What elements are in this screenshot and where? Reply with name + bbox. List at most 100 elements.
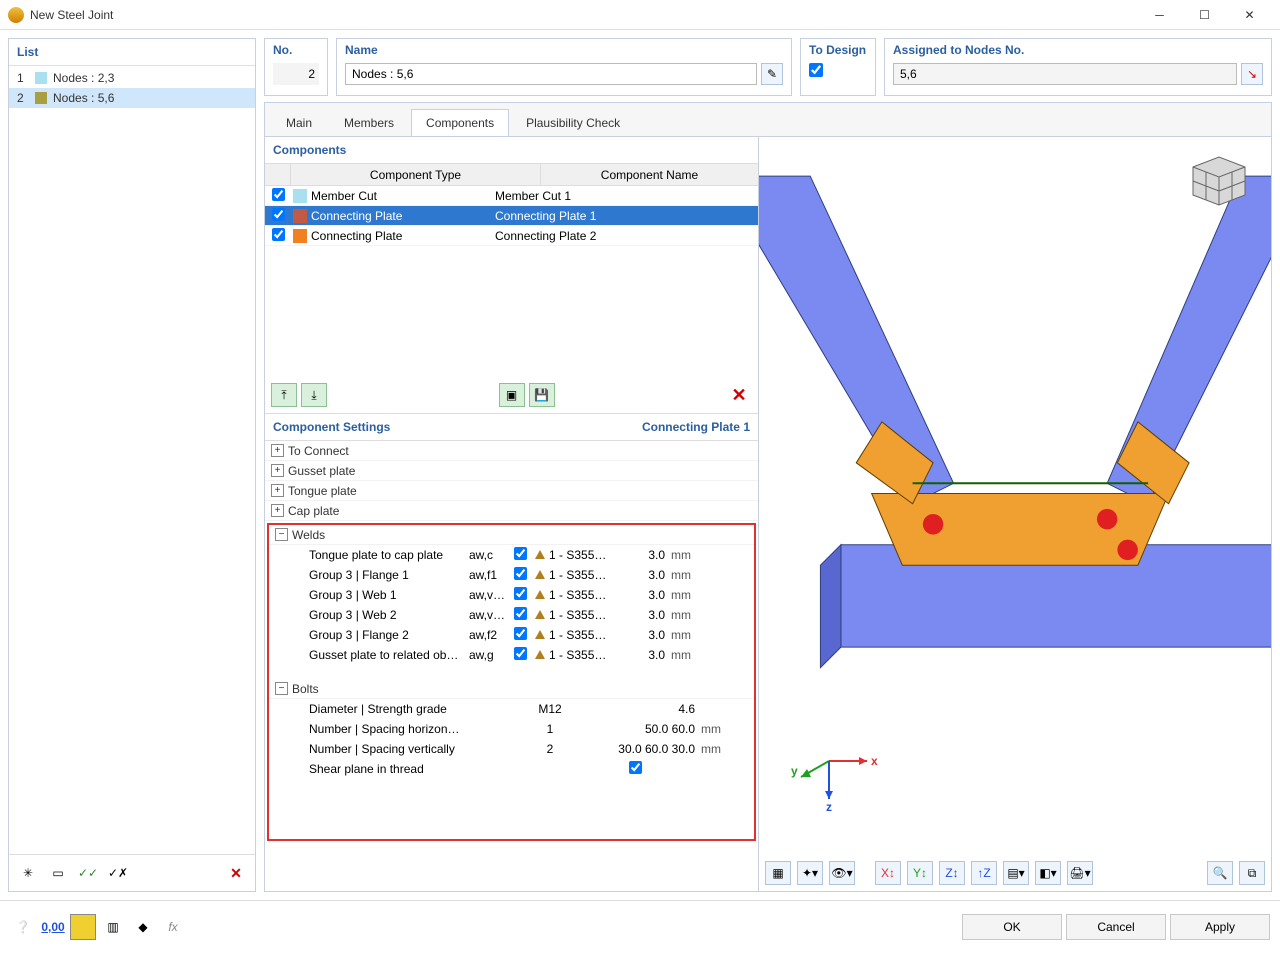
color-icon[interactable] (70, 914, 96, 940)
uncheck-all-icon[interactable]: ✓✗ (105, 861, 131, 885)
expand-icon[interactable]: + (271, 504, 284, 517)
weld-checkbox[interactable] (514, 567, 527, 580)
add-component-icon[interactable]: ▣ (499, 383, 525, 407)
list-item[interactable]: 1Nodes : 2,3 (9, 68, 255, 88)
units-icon[interactable]: 0,00 (40, 914, 66, 940)
settings-node[interactable]: +Cap plate (265, 501, 758, 521)
to-design-checkbox[interactable] (809, 63, 823, 77)
expand-icon[interactable]: + (271, 464, 284, 477)
settings-node[interactable]: +Tongue plate (265, 481, 758, 501)
window-close[interactable]: ✕ (1227, 0, 1272, 30)
name-edit-icon[interactable]: ✎ (761, 63, 783, 85)
axis-x-icon[interactable]: X↕ (875, 861, 901, 885)
tab-components[interactable]: Components (411, 109, 509, 136)
axis-z-icon[interactable]: Z↕ (939, 861, 965, 885)
move-down-icon[interactable]: ⤓ (301, 383, 327, 407)
view-toolbar: ▦ ✦▾ 👁▾ X↕ Y↕ Z↕ ↑Z ▤▾ ◧▾ 🖨▾ 🔍 ⧉ (765, 861, 1265, 885)
fx-icon[interactable]: fx (160, 914, 186, 940)
component-row[interactable]: Member Cut Member Cut 1 (265, 186, 758, 206)
no-label: No. (273, 43, 319, 57)
weld-row[interactable]: Gusset plate to related ob…aw,g 1 - S355… (269, 645, 754, 665)
move-up-icon[interactable]: ⤒ (271, 383, 297, 407)
window-minimize[interactable]: ─ (1137, 0, 1182, 30)
ok-button[interactable]: OK (962, 914, 1062, 940)
no-input[interactable] (273, 63, 319, 85)
bolt-row[interactable]: Diameter | Strength gradeM124.6 (269, 699, 754, 719)
components-table-body[interactable]: Member Cut Member Cut 1 Connecting Plate… (265, 186, 758, 377)
weld-row[interactable]: Group 3 | Web 1aw,v… 1 - S355…3.0mm (269, 585, 754, 605)
workspace: List 1Nodes : 2,32Nodes : 5,6 ✳ ▭ ✓✓ ✓✗ … (0, 30, 1280, 900)
weld-row[interactable]: Group 3 | Web 2aw,v… 1 - S355…3.0mm (269, 605, 754, 625)
weld-row[interactable]: Group 3 | Flange 2aw,f2 1 - S355…3.0mm (269, 625, 754, 645)
help-icon[interactable]: ❔ (10, 914, 36, 940)
name-input[interactable] (345, 63, 757, 85)
zoom-fit-icon[interactable]: 🔍 (1207, 861, 1233, 885)
axis-zup-icon[interactable]: ↑Z (971, 861, 997, 885)
bolts-node[interactable]: − Bolts (269, 679, 754, 699)
tab-members[interactable]: Members (329, 109, 409, 136)
list-panel: List 1Nodes : 2,32Nodes : 5,6 ✳ ▭ ✓✓ ✓✗ … (8, 38, 256, 892)
bolt-row[interactable]: Number | Spacing horizon…150.0 60.0mm (269, 719, 754, 739)
settings-header: Component Settings Connecting Plate 1 (265, 414, 758, 441)
list-item[interactable]: 2Nodes : 5,6 (9, 88, 255, 108)
weld-row[interactable]: Group 3 | Flange 1aw,f1 1 - S355…3.0mm (269, 565, 754, 585)
component-checkbox[interactable] (272, 208, 285, 221)
weld-checkbox[interactable] (514, 627, 527, 640)
settings-node[interactable]: +To Connect (265, 441, 758, 461)
new-item-icon[interactable]: ✳ (15, 861, 41, 885)
3d-viewport[interactable]: x y z ▦ ✦▾ 👁▾ X↕ Y↕ Z↕ ↑Z (759, 137, 1271, 891)
assigned-nodes-input[interactable]: 5,6 (893, 63, 1237, 85)
component-checkbox[interactable] (272, 228, 285, 241)
weld-checkbox[interactable] (514, 607, 527, 620)
remove-component-icon[interactable]: ✕ (726, 383, 752, 407)
settings-node[interactable]: +Gusset plate (265, 461, 758, 481)
apply-button[interactable]: Apply (1170, 914, 1270, 940)
collapse-icon[interactable]: − (275, 682, 288, 695)
delete-icon[interactable]: ✕ (223, 861, 249, 885)
check-all-icon[interactable]: ✓✓ (75, 861, 101, 885)
weld-checkbox[interactable] (514, 547, 527, 560)
view-shading-icon[interactable]: ◧▾ (1035, 861, 1061, 885)
view-visibility-icon[interactable]: 👁▾ (829, 861, 855, 885)
tab-main[interactable]: Main (271, 109, 327, 136)
detach-view-icon[interactable]: ⧉ (1239, 861, 1265, 885)
component-row[interactable]: Connecting Plate Connecting Plate 1 (265, 206, 758, 226)
list-body: 1Nodes : 2,32Nodes : 5,6 (9, 66, 255, 854)
app-icon (8, 7, 24, 23)
save-component-icon[interactable]: 💾 (529, 383, 555, 407)
view-axes-icon[interactable]: ✦▾ (797, 861, 823, 885)
duplicate-icon[interactable]: ▭ (45, 861, 71, 885)
welds-node[interactable]: − Welds (269, 525, 754, 545)
loads-icon[interactable]: ◆ (130, 914, 156, 940)
component-checkbox[interactable] (272, 188, 285, 201)
expand-icon[interactable]: + (271, 484, 284, 497)
navigation-cube[interactable] (1183, 147, 1255, 211)
view-perspective-icon[interactable]: ▤▾ (1003, 861, 1029, 885)
bolt-row[interactable]: Shear plane in thread (269, 759, 754, 779)
view-full-icon[interactable]: ▦ (765, 861, 791, 885)
results-icon[interactable]: ▥ (100, 914, 126, 940)
weld-row[interactable]: Tongue plate to cap plateaw,c 1 - S355…3… (269, 545, 754, 565)
component-row[interactable]: Connecting Plate Connecting Plate 2 (265, 226, 758, 246)
weld-checkbox[interactable] (514, 647, 527, 660)
weld-icon (535, 650, 545, 659)
weld-icon (535, 550, 545, 559)
weld-icon (535, 590, 545, 599)
weld-icon (535, 610, 545, 619)
list-toolbar: ✳ ▭ ✓✓ ✓✗ ✕ (9, 854, 255, 891)
print-view-icon[interactable]: 🖨▾ (1067, 861, 1093, 885)
weld-checkbox[interactable] (514, 587, 527, 600)
settings-subject: Connecting Plate 1 (642, 420, 750, 434)
axis-y-icon[interactable]: Y↕ (907, 861, 933, 885)
window-maximize[interactable]: ☐ (1182, 0, 1227, 30)
pick-nodes-icon[interactable]: ↘ (1241, 63, 1263, 85)
bolt-checkbox[interactable] (629, 761, 642, 774)
collapse-icon[interactable]: − (275, 528, 288, 541)
tab-plausibility-check[interactable]: Plausibility Check (511, 109, 635, 136)
titlebar: New Steel Joint ─ ☐ ✕ (0, 0, 1280, 30)
cancel-button[interactable]: Cancel (1066, 914, 1166, 940)
bolt-row[interactable]: Number | Spacing vertically230.0 60.0 30… (269, 739, 754, 759)
components-toolbar: ⤒ ⤓ ▣ 💾 ✕ (265, 377, 758, 413)
expand-icon[interactable]: + (271, 444, 284, 457)
tab-strip: MainMembersComponentsPlausibility Check (264, 102, 1272, 136)
